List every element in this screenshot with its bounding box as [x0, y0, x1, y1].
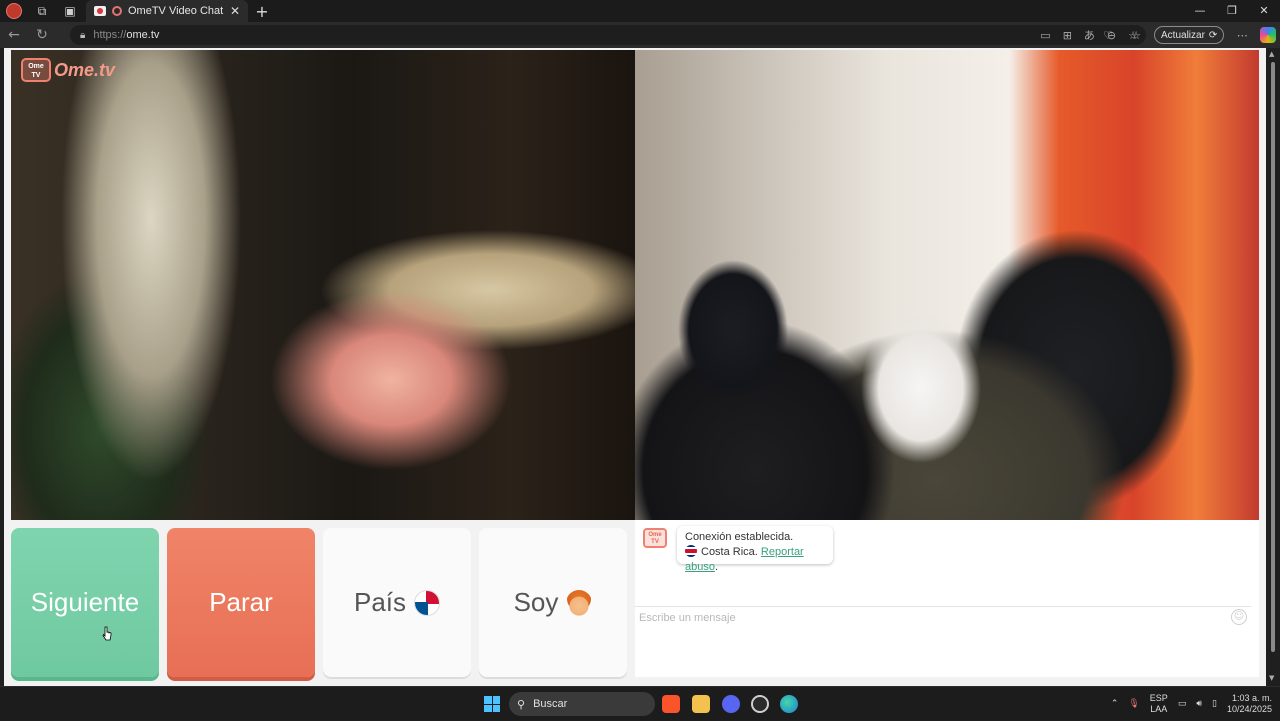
- gender-label: Soy: [513, 587, 559, 617]
- favorites-icon[interactable]: ☆: [1126, 29, 1146, 42]
- taskbar-search[interactable]: ⚲ Buscar: [509, 692, 655, 716]
- message-input[interactable]: Escribe un mensaje: [635, 606, 1251, 628]
- panama-flag-icon: [414, 589, 441, 616]
- tab-actions-icon[interactable]: ▣: [56, 0, 84, 22]
- workspaces-icon[interactable]: ⧉: [28, 0, 56, 22]
- minimize-button[interactable]: —: [1184, 0, 1216, 22]
- update-button[interactable]: Actualizar ⟳: [1154, 26, 1225, 44]
- page-scrollbar[interactable]: ▲ ▼: [1266, 48, 1280, 686]
- microphone-icon[interactable]: 🎙︎: [1128, 699, 1139, 709]
- browser-toolbar: ← ↻ 🔒︎ https:// ome.tv ▭ ⊞ あ ⊖ ☆ ♡ ☆ Act…: [0, 22, 1280, 48]
- ometv-favicon-icon: [94, 6, 106, 16]
- language-indicator[interactable]: ESP LAA: [1150, 693, 1168, 715]
- connection-text: Conexión establecida.: [685, 531, 794, 543]
- chat-panel: Ome TV Conexión establecida. Costa Rica.…: [635, 520, 1259, 677]
- reload-icon[interactable]: ↻: [28, 22, 56, 48]
- country-button[interactable]: País: [323, 528, 471, 677]
- search-icon: ⚲: [517, 697, 526, 711]
- stop-button[interactable]: Parar: [167, 528, 315, 677]
- clock[interactable]: 1:03 a. m. 10/24/2025: [1227, 693, 1272, 715]
- toolbar-right: ♡ ☆ Actualizar ⟳ ⋯: [1098, 22, 1277, 48]
- lang-bottom: LAA: [1150, 704, 1168, 714]
- update-refresh-icon: ⟳: [1208, 29, 1218, 41]
- taskbar: ⚲ Buscar ⌃ 🎙︎ ESP LAA ▭ 🔊︎ ▯ 1:03 a. m. …: [0, 686, 1280, 720]
- scroll-up-icon[interactable]: ▲: [1269, 50, 1274, 58]
- costa-rica-flag-icon: [685, 545, 697, 557]
- restore-button[interactable]: ❐: [1216, 0, 1248, 22]
- stranger-video: Ome TV Ome.tv: [11, 50, 635, 520]
- obs-studio-icon[interactable]: [751, 695, 769, 713]
- edge-browser-icon[interactable]: [780, 695, 798, 713]
- own-camera-video: [635, 50, 1259, 520]
- country-text: Costa Rica.: [701, 546, 758, 558]
- system-message: Conexión establecida. Costa Rica. Report…: [677, 526, 833, 573]
- tab-ometv[interactable]: OmeTV Video Chat — Omeg ✕: [86, 0, 248, 22]
- lock-icon[interactable]: 🔒︎: [80, 30, 85, 41]
- scroll-down-icon[interactable]: ▼: [1269, 674, 1274, 682]
- close-window-button[interactable]: ✕: [1248, 0, 1280, 22]
- apps-icon[interactable]: ⊞: [1063, 29, 1072, 42]
- close-tab-icon[interactable]: ✕: [230, 4, 240, 18]
- display-icon[interactable]: ▭: [1178, 699, 1187, 709]
- volume-icon[interactable]: 🔊︎: [1196, 699, 1202, 709]
- country-line: Costa Rica. Reportar abuso.: [685, 545, 825, 575]
- battery-icon[interactable]: ▯: [1212, 699, 1217, 709]
- recording-icon: [112, 6, 122, 16]
- browser-essentials-icon[interactable]: ♡: [1098, 29, 1118, 42]
- windows-start-icon[interactable]: [484, 696, 500, 712]
- stop-label: Parar: [209, 587, 273, 617]
- country-label: País: [353, 587, 407, 617]
- lang-top: ESP: [1149, 693, 1168, 703]
- emoji-icon[interactable]: ☺: [1231, 609, 1247, 625]
- update-label: Actualizar: [1161, 29, 1205, 41]
- file-explorer-icon[interactable]: [692, 695, 710, 713]
- url-host: ome.tv: [126, 29, 160, 41]
- ometv-logo[interactable]: Ome TV Ome.tv: [21, 58, 115, 82]
- next-label: Siguiente: [30, 587, 140, 617]
- more-menu-icon[interactable]: ⋯: [1232, 29, 1252, 42]
- message-placeholder: Escribe un mensaje: [639, 611, 736, 624]
- back-icon[interactable]: ←: [0, 22, 28, 48]
- mouse-cursor-icon: [102, 626, 112, 641]
- clock-date: 10/24/2025: [1226, 704, 1272, 714]
- profile-avatar[interactable]: [0, 0, 28, 22]
- clock-time: 1:03 a. m.: [1231, 693, 1272, 703]
- camera-permission-icon[interactable]: ▭: [1040, 29, 1050, 42]
- show-hidden-icons-icon[interactable]: ⌃: [1111, 699, 1119, 709]
- report-suffix: .: [714, 561, 719, 573]
- system-message-avatar: Ome TV: [643, 528, 667, 548]
- logo-tv-badge: Ome TV: [21, 58, 51, 82]
- discord-icon[interactable]: [722, 695, 740, 713]
- copilot-icon[interactable]: [1260, 27, 1277, 43]
- gender-button[interactable]: Soy: [479, 528, 627, 677]
- window-controls: — ❐ ✕: [1184, 0, 1280, 22]
- ometv-page: Ome TV Ome.tv Siguiente Parar País Soy O…: [4, 48, 1266, 686]
- system-tray: ⌃ 🎙︎ ESP LAA ▭ 🔊︎ ▯ 1:03 a. m. 10/24/202…: [1111, 687, 1272, 721]
- scrollbar-thumb[interactable]: [1271, 62, 1275, 652]
- translate-icon[interactable]: あ: [1084, 27, 1095, 43]
- logo-text: Ome.tv: [54, 59, 116, 80]
- brave-browser-icon[interactable]: [662, 695, 680, 713]
- address-bar[interactable]: 🔒︎ https:// ome.tv ▭ ⊞ あ ⊖ ☆: [70, 25, 1146, 45]
- search-label: Buscar: [533, 698, 568, 710]
- tab-title: OmeTV Video Chat — Omeg: [128, 5, 224, 17]
- boy-avatar-icon: [566, 589, 593, 616]
- next-button[interactable]: Siguiente: [11, 528, 159, 677]
- url-prefix: https://: [93, 29, 127, 41]
- new-tab-button[interactable]: +: [254, 0, 270, 22]
